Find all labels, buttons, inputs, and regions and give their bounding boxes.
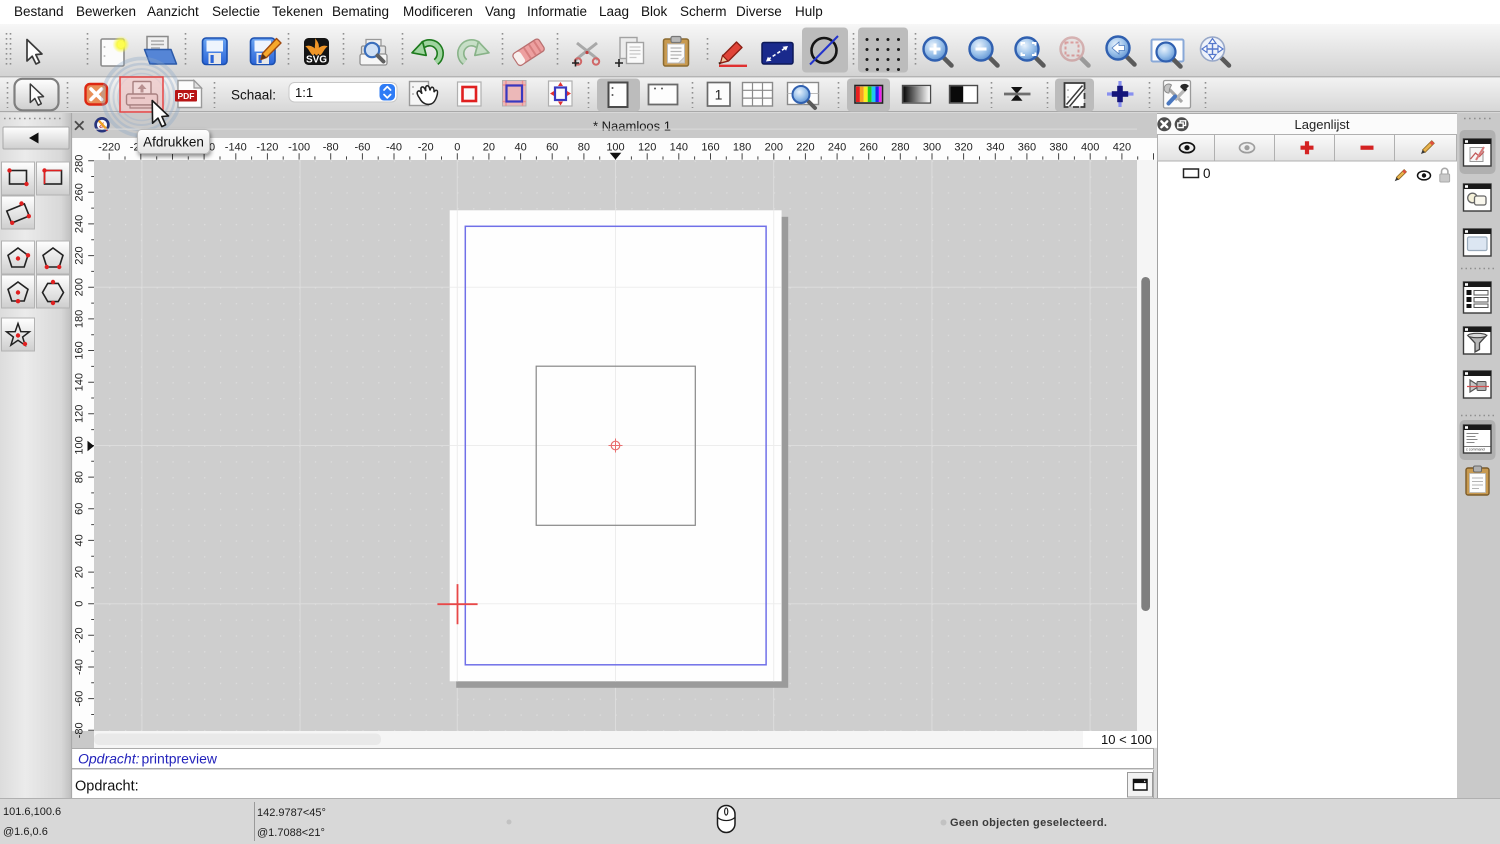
svg-text:Afdrukken: Afdrukken [143,135,204,150]
